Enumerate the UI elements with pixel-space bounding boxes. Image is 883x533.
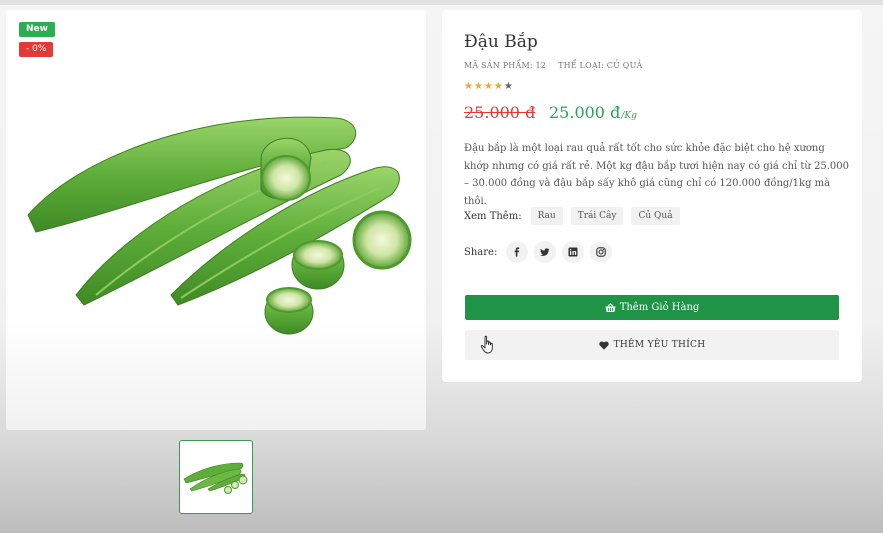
add-to-wishlist-button[interactable]: THÊM YÊU THÍCH (465, 330, 839, 360)
hand-pointer-cursor-icon (480, 335, 493, 354)
product-title: Đậu Bắp (464, 32, 538, 52)
instagram-icon[interactable] (590, 241, 613, 263)
linkedin-icon[interactable] (562, 241, 585, 263)
new-badge: New (19, 22, 55, 37)
rating-stars: ★★★★★ (464, 81, 514, 92)
product-meta: MÃ SẢN PHẨM: 12 THỂ LOẠI: CỦ QUẢ (464, 61, 643, 70)
see-more-label: Xem Thêm: (464, 210, 522, 222)
discount-badge: - 0% (19, 42, 54, 57)
star-filled-icon: ★ (493, 81, 504, 92)
add-to-cart-button[interactable]: Thêm Giỏ Hàng (465, 295, 839, 320)
add-to-cart-label: Thêm Giỏ Hàng (619, 302, 700, 313)
add-to-wishlist-label: THÊM YÊU THÍCH (613, 340, 706, 350)
product-info-card: Đậu Bắp MÃ SẢN PHẨM: 12 THỂ LOẠI: CỦ QUẢ … (442, 10, 862, 382)
okra-product-image (27, 116, 412, 335)
share-row: Share: (464, 241, 613, 263)
tag-cu-qua[interactable]: Củ Quả (631, 207, 680, 225)
facebook-icon[interactable] (506, 241, 529, 263)
product-description: Đậu bắp là một loại rau quả rất tốt cho … (464, 143, 850, 207)
share-label: Share: (464, 246, 498, 258)
product-category: THỂ LOẠI: CỦ QUẢ (558, 61, 643, 70)
price-unit: /Kg (621, 111, 637, 121)
top-divider (0, 0, 883, 5)
current-price-value: 25.000 đ (549, 103, 621, 122)
tag-rau[interactable]: Rau (530, 207, 563, 225)
star-filled-icon: ★ (473, 81, 484, 92)
current-price: 25.000 đ/Kg (549, 103, 637, 122)
star-empty-icon: ★ (503, 81, 514, 92)
twitter-icon[interactable] (534, 241, 557, 263)
basket-icon (605, 302, 616, 312)
star-filled-icon: ★ (483, 81, 494, 92)
heart-icon (598, 341, 609, 350)
product-thumbnail[interactable] (179, 440, 253, 514)
old-price: 25.000 đ (464, 103, 536, 122)
tag-trai-cay[interactable]: Trái Cây (570, 207, 624, 225)
okra-thumbnail-image (183, 462, 248, 494)
product-sku: MÃ SẢN PHẨM: 12 (464, 61, 547, 70)
star-filled-icon: ★ (464, 81, 474, 92)
see-more-tags: Xem Thêm: Rau Trái Cây Củ Quả (464, 207, 688, 225)
product-image-card: New - 0% (6, 10, 426, 430)
